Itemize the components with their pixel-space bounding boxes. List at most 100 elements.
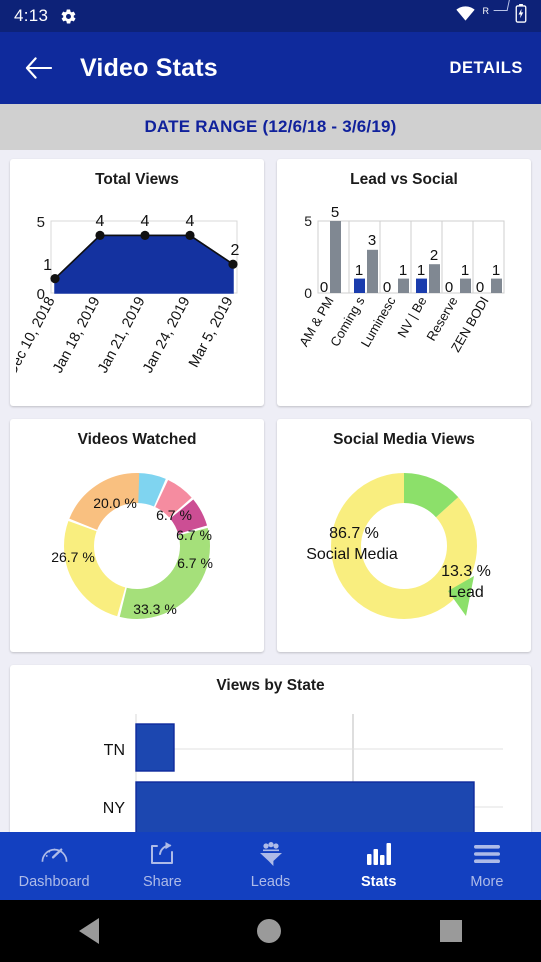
bar-label: 3: [368, 232, 376, 249]
status-bar-indicators: R: [455, 4, 528, 28]
bar-social: [330, 221, 341, 293]
bar-label: 5: [331, 204, 339, 221]
y-tick-top: 5: [37, 214, 45, 231]
bar-label: 0: [383, 279, 391, 296]
slice-label: 26.7 %: [51, 549, 95, 565]
nav-label: Share: [142, 874, 182, 890]
card-views-by-state: Views by State TN NY: [10, 665, 531, 832]
bar-state: [135, 723, 175, 772]
x-tick-label: Jan 21, 2019: [95, 294, 148, 376]
data-label: 1: [43, 257, 52, 274]
card-total-views: Total Views 5 0 1 4 4 4 2 Dec 10, 2018 J…: [4, 159, 264, 406]
share-arrow-icon: [149, 842, 175, 871]
nav-label: More: [470, 874, 504, 890]
chart-total-views[interactable]: 5 0 1 4 4 4 2 Dec 10, 2018 Jan 18, 2019 …: [4, 193, 258, 398]
chart-lead-vs-social[interactable]: 5 0 5 0 1 3 0 1 1 2 0 1 0 1 AM & PM Comi…: [283, 193, 525, 398]
bar-label: 0: [320, 279, 328, 296]
nav-label: Leads: [250, 874, 291, 890]
bar-label: 1: [355, 262, 363, 279]
system-navigation-bar: [0, 900, 541, 962]
slice-label: 6.7 %: [176, 527, 212, 543]
leads-funnel-icon: [257, 842, 285, 871]
date-range-label: DATE RANGE (12/6/18 - 3/6/19): [144, 117, 397, 136]
nav-item-more[interactable]: More: [433, 842, 541, 890]
date-range-bar[interactable]: DATE RANGE (12/6/18 - 3/6/19): [0, 104, 541, 150]
stats-scroll-area[interactable]: Total Views 5 0 1 4 4 4 2 Dec 10, 2018 J…: [0, 150, 541, 832]
page-title: Video Stats: [80, 53, 218, 82]
chart-row-2: Videos Watched 6.7 % 6.7 % 6.7 % 33.3 % …: [10, 419, 531, 652]
bar-social: [460, 278, 471, 293]
data-label: 4: [96, 213, 105, 230]
chart-videos-watched[interactable]: 6.7 % 6.7 % 6.7 % 33.3 % 26.7 % 20.0 %: [16, 453, 258, 644]
bar-label: 0: [476, 279, 484, 296]
bar-label: 1: [461, 262, 469, 279]
bar-chart-icon: [366, 842, 392, 871]
square-recents-icon[interactable]: [439, 920, 462, 942]
bar-social: [367, 249, 378, 293]
bar-state: [135, 781, 475, 832]
wifi-icon: [455, 6, 475, 26]
slice-label: 20.0 %: [93, 495, 137, 511]
slice-percent: 13.3 %: [441, 563, 491, 580]
nav-item-share[interactable]: Share: [108, 842, 216, 890]
slice-name: Social Media: [306, 546, 398, 563]
hamburger-menu-icon: [473, 842, 501, 871]
status-bar-time: 4:13: [14, 6, 49, 25]
battery-charging-icon: [515, 4, 527, 28]
bar-label: 0: [445, 279, 453, 296]
x-tick-label: Jan 18, 2019: [50, 294, 103, 376]
back-button[interactable]: [18, 48, 58, 88]
bar-lead: [354, 278, 365, 293]
slice-label: 6.7 %: [156, 507, 192, 523]
nav-item-dashboard[interactable]: Dashboard: [0, 842, 108, 890]
dashboard-gauge-icon: [40, 842, 69, 871]
bottom-navigation: Dashboard Share Leads Stats More: [0, 832, 541, 900]
bar-label: 1: [492, 262, 500, 279]
slice-percent: 86.7 %: [329, 525, 379, 542]
data-point: [95, 230, 105, 240]
x-tick-label: Mar 5, 2019: [186, 294, 236, 370]
nav-label: Dashboard: [18, 874, 90, 890]
bar-label: 2: [430, 247, 438, 264]
chart-title-social-media-views: Social Media Views: [333, 431, 475, 448]
data-label: 2: [231, 242, 240, 259]
chart-title-lead-vs-social: Lead vs Social: [350, 171, 458, 188]
bar-social: [398, 278, 409, 293]
gear-icon: [60, 8, 77, 25]
status-bar: 4:13 R: [0, 0, 541, 32]
slice-label: 6.7 %: [177, 555, 213, 571]
data-point: [228, 259, 238, 269]
signal-triangle-icon: [495, 10, 508, 23]
bar-social: [491, 278, 502, 293]
y-tick-label: NY: [103, 800, 126, 817]
card-lead-vs-social: Lead vs Social 5 0 5 0 1 3 0 1 1 2 0 1 0…: [277, 159, 531, 406]
data-point: [185, 230, 195, 240]
data-label: 4: [186, 213, 195, 230]
details-button[interactable]: DETAILS: [449, 59, 523, 78]
nav-label: Stats: [360, 874, 397, 890]
data-point: [140, 230, 150, 240]
card-social-media-views: Social Media Views 86.7 % Social Media 1…: [277, 419, 531, 652]
chart-title-total-views: Total Views: [95, 171, 179, 188]
y-tick-top: 5: [304, 213, 312, 229]
phone-screen: 4:13 R Video Stats DETAILS DATE RANGE (1…: [0, 0, 541, 962]
card-videos-watched: Videos Watched 6.7 % 6.7 % 6.7 % 33.3 % …: [10, 419, 264, 652]
chart-views-by-state[interactable]: TN NY: [16, 699, 525, 832]
arrow-left-icon: [25, 57, 52, 79]
app-bar: Video Stats DETAILS: [0, 32, 541, 104]
chart-row-1: Total Views 5 0 1 4 4 4 2 Dec 10, 2018 J…: [4, 159, 531, 406]
y-tick-label: TN: [104, 742, 125, 759]
bar-lead: [416, 278, 427, 293]
triangle-back-icon[interactable]: [79, 918, 100, 944]
chart-title-views-by-state: Views by State: [216, 677, 325, 694]
area-series-total-views: [54, 234, 234, 294]
bar-social: [429, 264, 440, 293]
bar-label: 1: [417, 262, 425, 279]
nav-item-leads[interactable]: Leads: [216, 842, 324, 890]
chart-social-media-views[interactable]: 86.7 % Social Media 13.3 % Lead: [283, 453, 525, 644]
data-point: [50, 274, 60, 284]
circle-home-icon[interactable]: [257, 919, 282, 943]
chart-title-videos-watched: Videos Watched: [77, 431, 197, 448]
slice-name: Lead: [448, 584, 484, 601]
nav-item-stats[interactable]: Stats: [325, 842, 433, 890]
